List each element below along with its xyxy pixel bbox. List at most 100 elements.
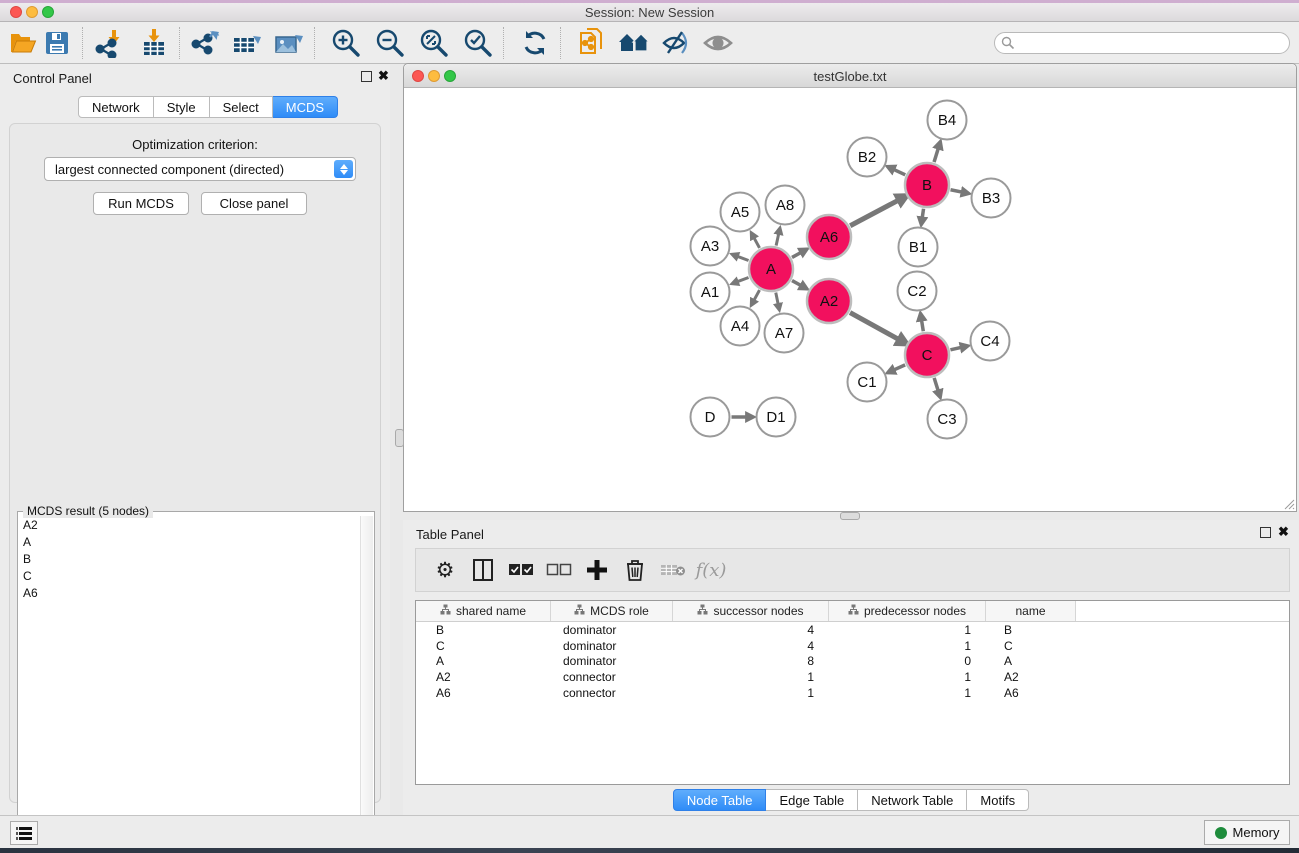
float-table-panel-icon[interactable] — [1260, 527, 1271, 538]
edge-A-A1[interactable] — [737, 277, 749, 281]
result-item[interactable]: A — [19, 533, 359, 550]
select-all-icon[interactable] — [502, 553, 540, 587]
vertical-split-grabber[interactable] — [395, 429, 404, 447]
tab-style[interactable]: Style — [154, 96, 210, 118]
resize-grip-icon[interactable] — [1281, 496, 1295, 510]
cell-shared-name[interactable]: A — [416, 654, 551, 670]
graph-node-A6[interactable]: A6 — [807, 215, 851, 259]
graph-node-C1[interactable]: C1 — [848, 363, 887, 402]
cell-name[interactable]: B — [986, 622, 1076, 638]
cell-MCDS-role[interactable]: dominator — [551, 638, 673, 654]
graph-node-B[interactable]: B — [905, 163, 949, 207]
delete-table-icon[interactable] — [654, 553, 692, 587]
result-scrollbar[interactable] — [360, 516, 373, 847]
edge-B-B4[interactable] — [934, 147, 939, 162]
new-session-icon[interactable] — [575, 26, 609, 60]
hide-details-icon[interactable] — [659, 26, 693, 60]
graph-node-D1[interactable]: D1 — [757, 398, 796, 437]
column-header-predecessor-nodes[interactable]: predecessor nodes — [829, 601, 986, 621]
column-header-name[interactable]: name — [986, 601, 1076, 621]
cell-shared-name[interactable]: A2 — [416, 669, 551, 685]
cell-name[interactable]: A2 — [986, 669, 1076, 685]
deselect-all-icon[interactable] — [540, 553, 578, 587]
graph-node-A1[interactable]: A1 — [691, 273, 730, 312]
cell-name[interactable]: C — [986, 638, 1076, 654]
table-row[interactable]: Cdominator41C — [416, 638, 1289, 654]
column-view-icon[interactable] — [464, 553, 502, 587]
cell-predecessor-nodes[interactable]: 1 — [829, 638, 986, 654]
graph-node-B4[interactable]: B4 — [928, 101, 967, 140]
gear-icon[interactable]: ⚙ — [426, 553, 464, 587]
column-header-shared-name[interactable]: shared name — [416, 601, 551, 621]
tab-node-table[interactable]: Node Table — [673, 789, 767, 811]
cell-MCDS-role[interactable]: dominator — [551, 622, 673, 638]
close-panel-icon[interactable]: ✖ — [378, 69, 389, 83]
cell-successor-nodes[interactable]: 4 — [673, 638, 829, 654]
edge-B-B2[interactable] — [893, 169, 905, 175]
graph-node-C4[interactable]: C4 — [971, 322, 1010, 361]
tab-motifs[interactable]: Motifs — [967, 789, 1029, 811]
export-table-icon[interactable] — [230, 26, 264, 60]
graph-node-B1[interactable]: B1 — [899, 228, 938, 267]
column-header-successor-nodes[interactable]: successor nodes — [673, 601, 829, 621]
run-mcds-button[interactable]: Run MCDS — [93, 192, 189, 215]
save-session-icon[interactable] — [40, 26, 74, 60]
edge-B-B1[interactable] — [922, 209, 923, 219]
add-column-icon[interactable] — [578, 553, 616, 587]
graph-node-A5[interactable]: A5 — [721, 193, 760, 232]
export-image-icon[interactable] — [272, 26, 306, 60]
edge-C-C1[interactable] — [893, 365, 905, 370]
graph-node-D[interactable]: D — [691, 398, 730, 437]
cell-shared-name[interactable]: C — [416, 638, 551, 654]
cell-successor-nodes[interactable]: 4 — [673, 622, 829, 638]
graph-node-A[interactable]: A — [749, 247, 793, 291]
table-row[interactable]: Bdominator41B — [416, 622, 1289, 638]
network-window-titlebar[interactable]: testGlobe.txt — [404, 64, 1296, 88]
show-details-icon[interactable] — [701, 26, 735, 60]
edge-B-B3[interactable] — [951, 190, 964, 193]
graph-node-A2[interactable]: A2 — [807, 279, 851, 323]
cell-MCDS-role[interactable]: dominator — [551, 654, 673, 670]
edge-A-A4[interactable] — [754, 290, 760, 301]
cell-predecessor-nodes[interactable]: 0 — [829, 654, 986, 670]
tab-mcds[interactable]: MCDS — [273, 96, 338, 118]
edge-A-A3[interactable] — [737, 256, 749, 260]
cell-MCDS-role[interactable]: connector — [551, 685, 673, 701]
tab-select[interactable]: Select — [210, 96, 273, 118]
home-views-icon[interactable] — [617, 26, 651, 60]
cell-shared-name[interactable]: B — [416, 622, 551, 638]
cell-MCDS-role[interactable]: connector — [551, 669, 673, 685]
edge-A-A5[interactable] — [754, 237, 760, 248]
close-panel-button[interactable]: Close panel — [201, 192, 307, 215]
search-input[interactable] — [994, 32, 1290, 54]
network-canvas[interactable]: B4B2BB3A8A5A6A3B1AA1C2A2A4A7C4CC1DD1C3 — [404, 88, 1296, 511]
cell-shared-name[interactable]: A6 — [416, 685, 551, 701]
cell-predecessor-nodes[interactable]: 1 — [829, 669, 986, 685]
refresh-icon[interactable] — [518, 26, 552, 60]
cell-name[interactable]: A — [986, 654, 1076, 670]
edge-A6-B[interactable] — [850, 200, 899, 226]
graph-node-A3[interactable]: A3 — [691, 227, 730, 266]
edge-A-A8[interactable] — [776, 233, 779, 246]
delete-column-icon[interactable] — [616, 553, 654, 587]
edge-C-C2[interactable] — [921, 319, 923, 331]
edge-A-A6[interactable] — [792, 252, 802, 257]
import-table-icon[interactable] — [137, 26, 171, 60]
zoom-fit-icon[interactable] — [417, 26, 451, 60]
table-row[interactable]: A6connector11A6 — [416, 685, 1289, 701]
memory-button[interactable]: Memory — [1204, 820, 1290, 845]
edge-C-C3[interactable] — [934, 378, 938, 392]
graph-node-A4[interactable]: A4 — [721, 307, 760, 346]
float-panel-icon[interactable] — [361, 71, 372, 82]
cell-predecessor-nodes[interactable]: 1 — [829, 685, 986, 701]
graph-node-B3[interactable]: B3 — [972, 179, 1011, 218]
cell-successor-nodes[interactable]: 8 — [673, 654, 829, 670]
cell-successor-nodes[interactable]: 1 — [673, 669, 829, 685]
cell-name[interactable]: A6 — [986, 685, 1076, 701]
result-item[interactable]: C — [19, 567, 359, 584]
table-row[interactable]: A2connector11A2 — [416, 669, 1289, 685]
criterion-select[interactable]: largest connected component (directed) — [44, 157, 356, 181]
edge-A2-C[interactable] — [850, 313, 900, 340]
tab-network[interactable]: Network — [78, 96, 154, 118]
graph-node-B2[interactable]: B2 — [848, 138, 887, 177]
